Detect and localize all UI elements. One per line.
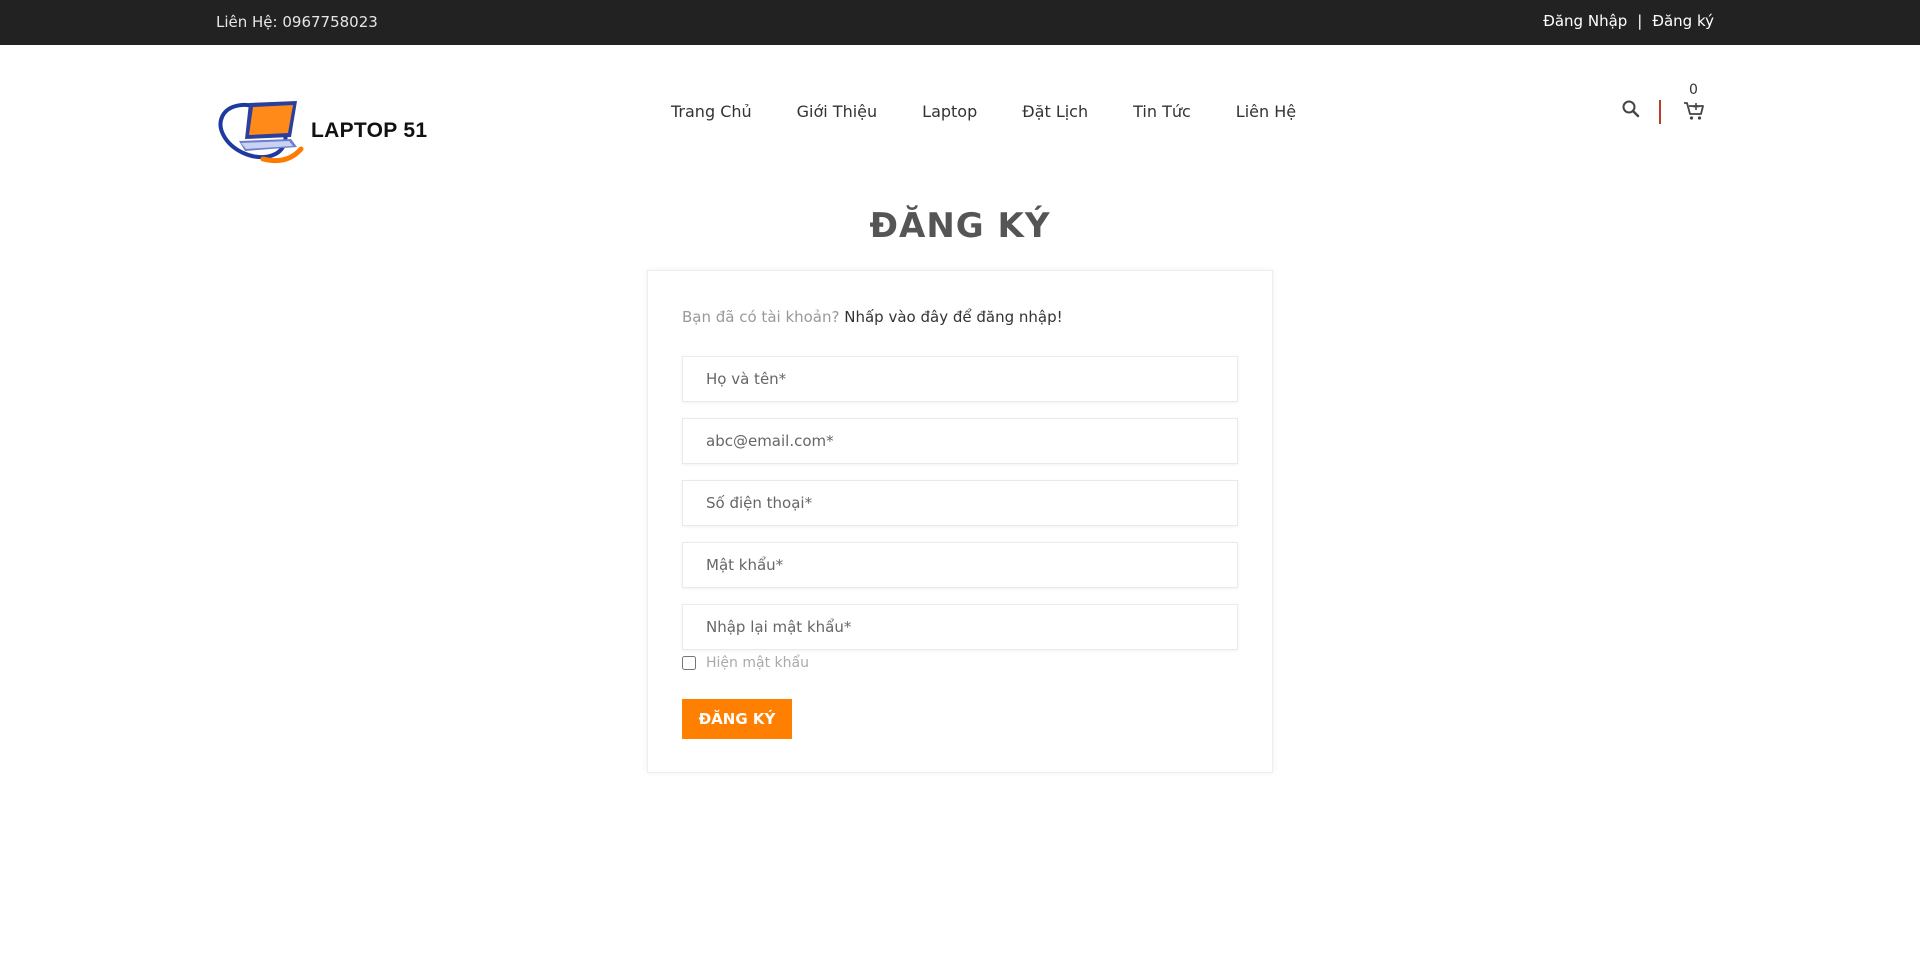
login-hint-text: Bạn đã có tài khoản?: [682, 308, 840, 326]
login-hint: Bạn đã có tài khoản? Nhấp vào đây để đăn…: [682, 308, 1063, 326]
confirm-password-input[interactable]: [683, 605, 1237, 649]
site-logo[interactable]: LAPTOP 51: [215, 93, 435, 169]
password-input[interactable]: [683, 543, 1237, 587]
confirm-password-field: [682, 604, 1238, 650]
nav-item-laptop[interactable]: Laptop: [922, 102, 977, 121]
nav-item-news[interactable]: Tin Tức: [1133, 102, 1191, 121]
top-bar: Liên Hệ: 0967758023 Đăng Nhập | Đăng ký: [0, 0, 1920, 45]
brand-name: LAPTOP 51: [311, 119, 428, 142]
login-hint-link[interactable]: Nhấp vào đây để đăng nhập!: [844, 308, 1062, 326]
nav-item-home[interactable]: Trang Chủ: [671, 102, 752, 121]
header-actions: 0: [1621, 82, 1721, 128]
page-title: ĐĂNG KÝ: [869, 206, 1051, 246]
email-field: [682, 418, 1238, 464]
show-password-label: Hiện mật khẩu: [706, 655, 809, 671]
nav-item-contact[interactable]: Liên Hệ: [1236, 102, 1296, 121]
register-button[interactable]: ĐĂNG KÝ: [682, 699, 792, 739]
register-link[interactable]: Đăng ký: [1652, 12, 1714, 30]
show-password-toggle[interactable]: Hiện mật khẩu: [682, 655, 809, 671]
header-divider: [1659, 100, 1661, 124]
auth-separator: |: [1637, 12, 1643, 30]
email-input[interactable]: [683, 419, 1237, 463]
cart-icon[interactable]: [1683, 100, 1705, 122]
nav-item-booking[interactable]: Đặt Lịch: [1022, 102, 1088, 121]
register-form: Bạn đã có tài khoản? Nhấp vào đây để đăn…: [647, 270, 1273, 773]
main-nav: Trang Chủ Giới Thiệu Laptop Đặt Lịch Tin…: [671, 102, 1341, 121]
show-password-checkbox[interactable]: [682, 656, 696, 670]
nav-item-about[interactable]: Giới Thiệu: [797, 102, 878, 121]
contact-phone: Liên Hệ: 0967758023: [216, 13, 378, 31]
fullname-input[interactable]: [683, 357, 1237, 401]
search-icon[interactable]: [1621, 99, 1641, 119]
fullname-field: [682, 356, 1238, 402]
phone-input[interactable]: [683, 481, 1237, 525]
password-field: [682, 542, 1238, 588]
cart-count: 0: [1689, 82, 1698, 98]
phone-field: [682, 480, 1238, 526]
laptop-logo-icon: [218, 101, 304, 164]
login-link[interactable]: Đăng Nhập: [1543, 12, 1627, 30]
auth-links: Đăng Nhập | Đăng ký: [1543, 12, 1714, 30]
